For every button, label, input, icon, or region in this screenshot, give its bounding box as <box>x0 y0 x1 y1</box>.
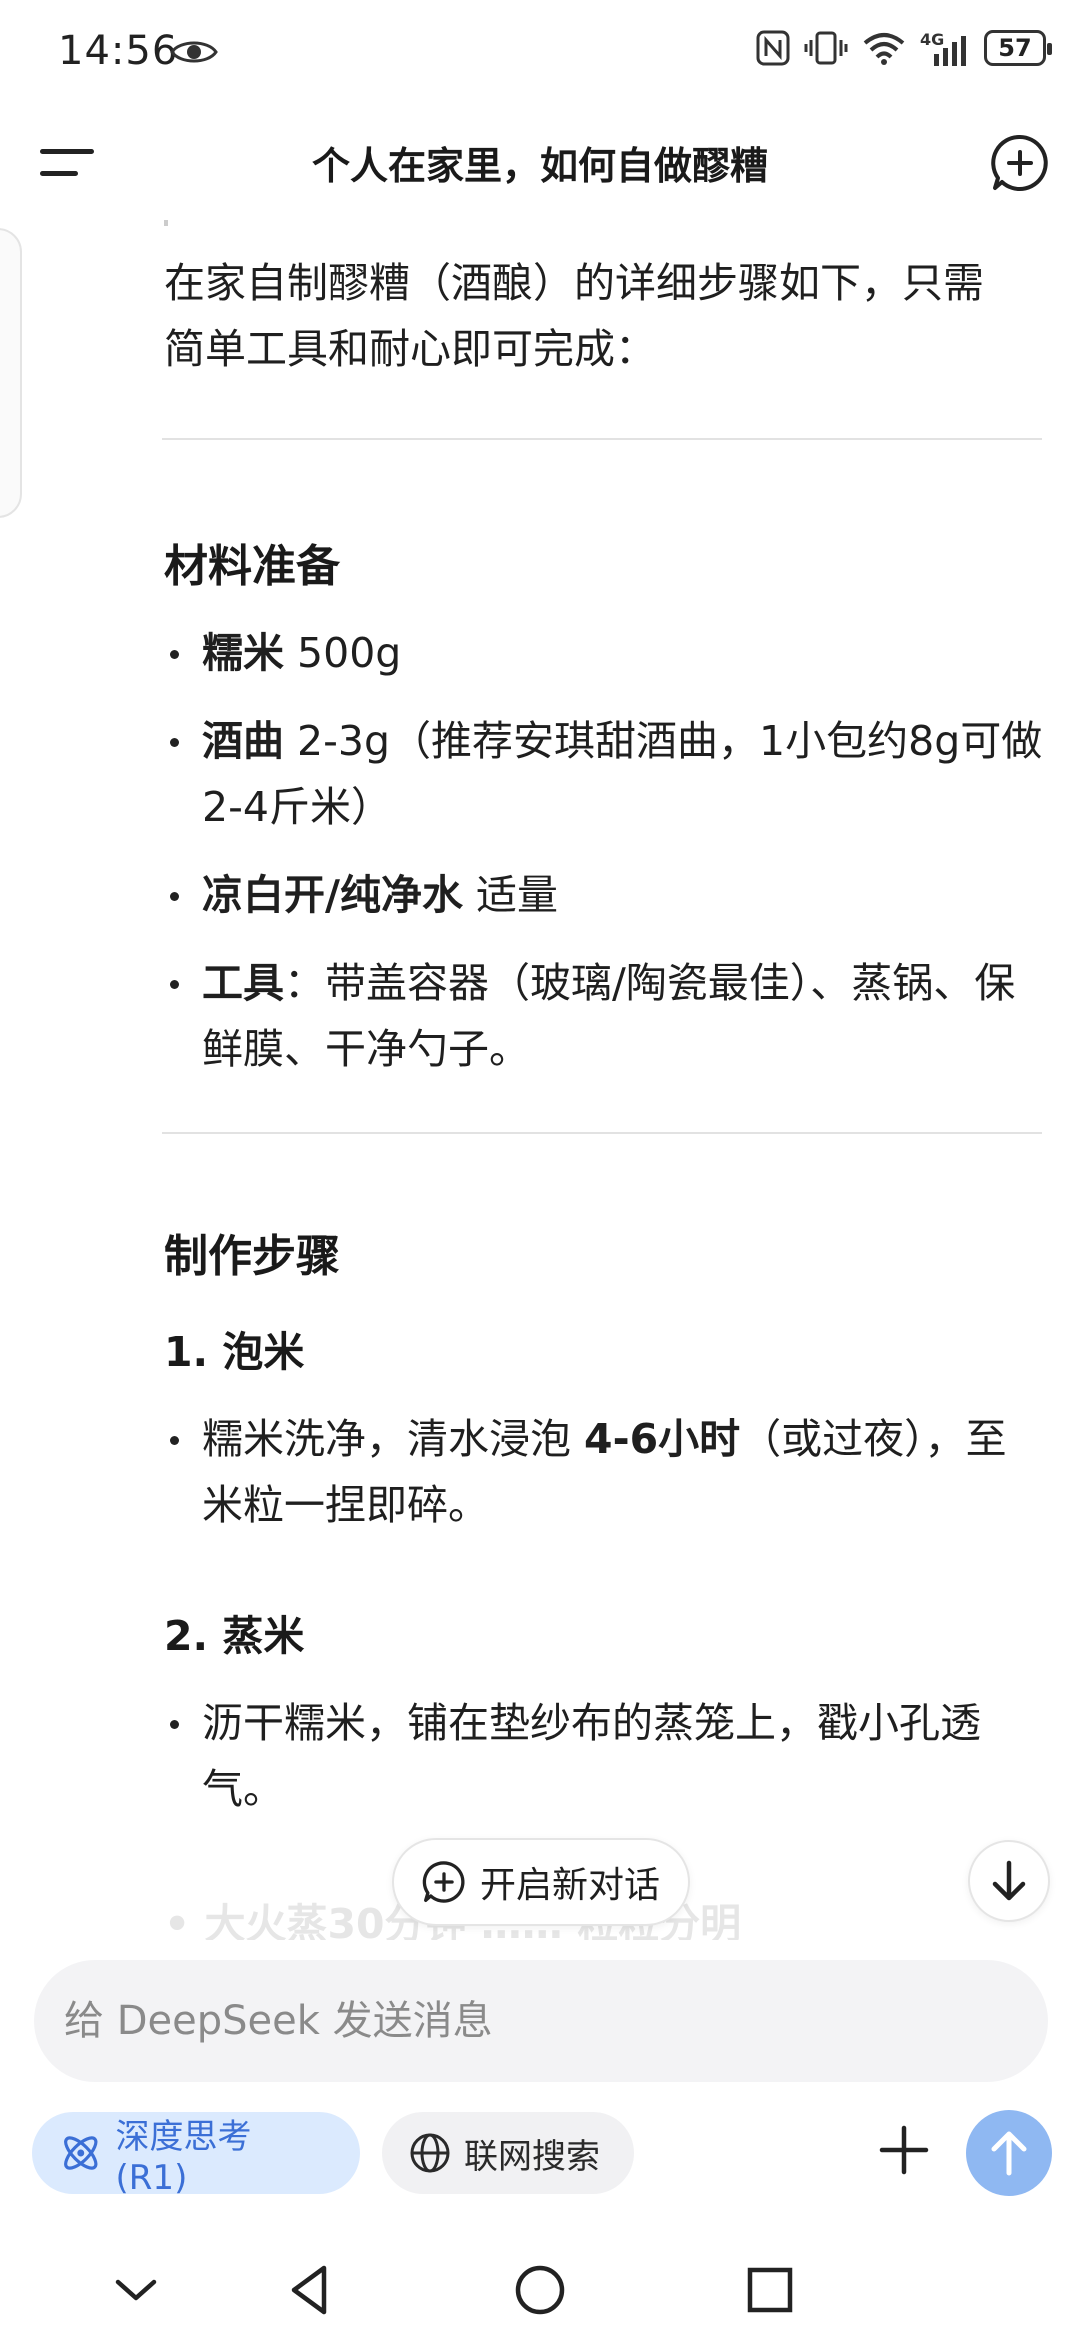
vibrate-icon <box>804 31 848 65</box>
recents-icon[interactable] <box>740 2260 800 2320</box>
send-button[interactable] <box>966 2110 1052 2196</box>
nfc-icon <box>756 30 790 66</box>
globe-icon <box>410 2133 450 2173</box>
new-chat-icon[interactable] <box>990 133 1050 193</box>
assistant-message: 在家自制醪糟（酒酿）的详细步骤如下，只需简单工具和耐心即可完成： 材料准备 糯米… <box>0 220 1080 1940</box>
intro-text: 在家自制醪糟（酒酿）的详细步骤如下，只需简单工具和耐心即可完成： <box>164 259 984 373</box>
status-time: 14:56 <box>58 28 179 74</box>
cellular-signal-icon: 4G <box>920 30 970 66</box>
back-icon[interactable] <box>280 2260 340 2320</box>
scroll-to-bottom-button[interactable] <box>968 1840 1050 1922</box>
divider <box>162 1132 1042 1134</box>
steps-heading: 制作步骤 <box>164 1231 340 1282</box>
message-composer[interactable] <box>34 1960 1048 2082</box>
step-2-list: 沥干糯米，铺在垫纱布的蒸笼上，戳小孔透气。 <box>164 1690 1044 1822</box>
battery-level: 57 <box>998 34 1032 62</box>
battery-icon: 57 <box>984 30 1052 66</box>
list-item: 工具：带盖容器（玻璃/陶瓷最佳）、蒸锅、保鲜膜、干净勺子。 <box>164 950 1044 1082</box>
atom-icon <box>64 2136 98 2170</box>
web-search-toggle[interactable]: 联网搜索 <box>382 2112 634 2194</box>
app-header: 个人在家里，如何自做醪糟 <box>0 105 1080 220</box>
attach-plus-icon[interactable] <box>874 2120 934 2180</box>
list-item: 糯米洗净，清水浸泡 4-6小时（或过夜），至米粒一捏即碎。 <box>164 1406 1044 1538</box>
arrow-up-icon <box>991 2131 1027 2176</box>
list-item: 沥干糯米，铺在垫纱布的蒸笼上，戳小孔透气。 <box>164 1690 1044 1822</box>
new-dialog-label: 开启新对话 <box>479 1865 660 1906</box>
menu-icon[interactable] <box>40 143 96 183</box>
step-1-title: 1. 泡米 <box>164 1328 305 1376</box>
status-bar: 14:56 4G 57 <box>0 0 1080 105</box>
system-nav-bar <box>0 2240 1080 2340</box>
list-item: 凉白开/纯净水 适量 <box>164 862 1044 928</box>
chevron-down-icon[interactable] <box>106 2260 166 2320</box>
home-icon[interactable] <box>510 2260 570 2320</box>
new-dialog-button[interactable]: 开启新对话 <box>392 1838 690 1926</box>
materials-list: 糯米 500g 酒曲 2-3g（推荐安琪甜酒曲，1小包约8g可做2-4斤米） 凉… <box>164 620 1044 1082</box>
web-search-label: 联网搜索 <box>464 2136 600 2177</box>
deep-think-label: 深度思考 (R1) <box>115 2116 252 2198</box>
status-icons: 4G 57 <box>756 30 1052 66</box>
materials-heading: 材料准备 <box>164 541 340 592</box>
message-input[interactable] <box>64 1960 1004 2082</box>
page-title: 个人在家里，如何自做醪糟 <box>311 144 768 188</box>
list-item: 糯米 500g <box>164 620 1044 686</box>
deep-think-toggle[interactable]: 深度思考 (R1) <box>32 2112 360 2198</box>
list-item: 酒曲 2-3g（推荐安琪甜酒曲，1小包约8g可做2-4斤米） <box>164 708 1044 840</box>
wifi-icon <box>863 33 905 65</box>
step-1-list: 糯米洗净，清水浸泡 4-6小时（或过夜），至米粒一捏即碎。 <box>164 1406 1044 1538</box>
arrow-down-icon <box>992 1860 1026 1901</box>
eye-icon <box>170 41 218 63</box>
step-2-title: 2. 蒸米 <box>164 1612 305 1660</box>
new-chat-icon <box>422 1861 465 1903</box>
divider <box>162 438 1042 440</box>
